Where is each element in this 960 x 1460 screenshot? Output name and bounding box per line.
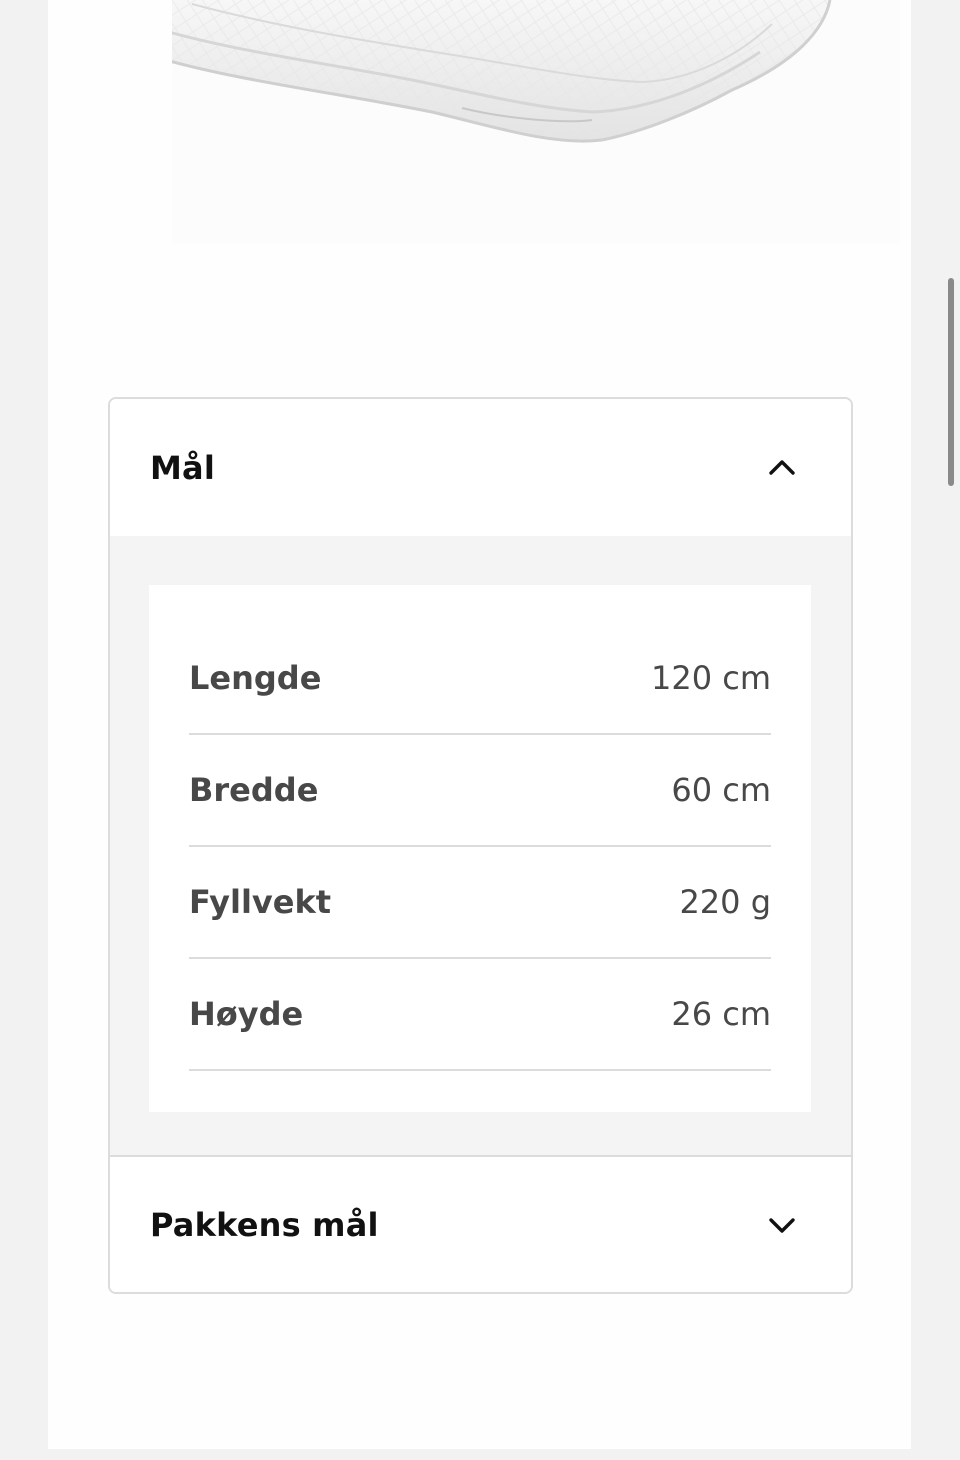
accordion-header-package-dimensions[interactable]: Pakkens mål xyxy=(110,1155,851,1292)
dimension-label: Lengde xyxy=(189,659,322,697)
dimension-value: 60 cm xyxy=(671,771,771,809)
dimension-value: 120 cm xyxy=(650,659,771,697)
accordion-title: Mål xyxy=(150,448,216,487)
scrollbar[interactable] xyxy=(948,278,954,486)
product-dimensions-accordion: Mål Lengde 120 cm Bredde 60 cm Fyllvekt … xyxy=(108,397,853,1294)
dimension-label: Høyde xyxy=(189,995,304,1033)
product-page: Mål Lengde 120 cm Bredde 60 cm Fyllvekt … xyxy=(48,0,911,1449)
accordion-panel-dimensions: Lengde 120 cm Bredde 60 cm Fyllvekt 220 … xyxy=(110,536,851,1155)
product-image xyxy=(172,0,900,244)
chevron-up-icon[interactable] xyxy=(765,451,799,485)
dimension-row-height: Høyde 26 cm xyxy=(189,959,771,1071)
dimension-row-width: Bredde 60 cm xyxy=(189,735,771,847)
accordion-title: Pakkens mål xyxy=(150,1205,379,1244)
chevron-down-icon[interactable] xyxy=(765,1208,799,1242)
dimension-value: 26 cm xyxy=(671,995,771,1033)
dimensions-table: Lengde 120 cm Bredde 60 cm Fyllvekt 220 … xyxy=(149,585,811,1112)
dimension-row-fill-weight: Fyllvekt 220 g xyxy=(189,847,771,959)
dimension-label: Bredde xyxy=(189,771,319,809)
dimension-value: 220 g xyxy=(679,883,771,921)
dimension-label: Fyllvekt xyxy=(189,883,332,921)
folded-duvet-image xyxy=(172,0,832,143)
dimension-row-length: Lengde 120 cm xyxy=(189,623,771,735)
accordion-header-dimensions[interactable]: Mål xyxy=(110,399,851,536)
